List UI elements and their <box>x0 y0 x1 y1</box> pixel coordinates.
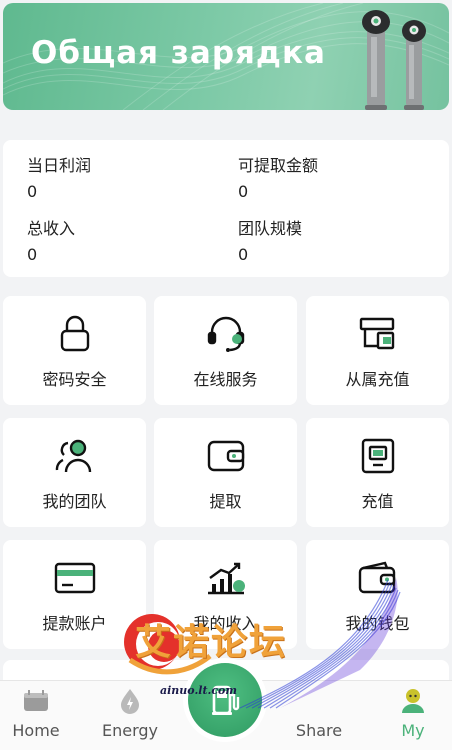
tile-label: 提款账户 <box>42 614 107 633</box>
stat-value: 0 <box>27 182 38 201</box>
tile-my-team[interactable]: 我的团队 <box>3 418 146 527</box>
banner[interactable]: Общая зарядка <box>3 3 449 110</box>
income-chart-icon <box>204 558 248 598</box>
sub-recharge-icon <box>356 314 400 354</box>
tile-label: 我的钱包 <box>345 614 410 633</box>
tile-my-wallet[interactable]: 我的钱包 <box>306 540 449 649</box>
nav-label: Energy <box>101 721 158 740</box>
nav-share[interactable]: Share <box>274 681 364 750</box>
watermark-url: ainuo.lt.com <box>160 684 238 697</box>
stat-label: 总收入 <box>27 219 76 238</box>
stat-value: 0 <box>238 182 249 201</box>
earnings-stats-card: 当日利润 0 可提取金额 0 总收入 0 团队规模 0 <box>3 140 449 277</box>
home-icon <box>21 687 51 715</box>
stat-today-profit: 当日利润 0 <box>27 156 91 202</box>
tile-label: 在线服务 <box>193 370 258 389</box>
nav-label: Home <box>12 721 60 740</box>
tile-label: 我的团队 <box>42 492 107 511</box>
stat-withdrawable: 可提取金额 0 <box>238 156 318 202</box>
card-icon <box>53 558 97 598</box>
tile-label: 从属充值 <box>345 370 410 389</box>
nav-label: My <box>401 721 425 740</box>
tile-label: 密码安全 <box>42 370 107 389</box>
recharge-icon <box>356 436 400 476</box>
tile-sub-recharge[interactable]: 从属充值 <box>306 296 449 405</box>
headset-icon <box>204 314 248 354</box>
nav-my[interactable]: My <box>368 681 452 750</box>
stat-value: 0 <box>27 245 38 264</box>
tile-online-service[interactable]: 在线服务 <box>154 296 297 405</box>
stat-team-size: 团队规模 0 <box>238 219 302 265</box>
tile-label: 提取 <box>209 492 242 511</box>
ev-charger-icon <box>362 10 390 110</box>
ev-charger-icon <box>402 20 426 110</box>
tile-password-security[interactable]: 密码安全 <box>3 296 146 405</box>
tile-recharge[interactable]: 充值 <box>306 418 449 527</box>
my-icon <box>398 687 428 715</box>
team-icon <box>53 436 97 476</box>
stat-label: 可提取金额 <box>238 156 319 175</box>
stat-total-income: 总收入 0 <box>27 219 75 265</box>
nav-label: Share <box>295 721 343 740</box>
stat-label: 当日利润 <box>27 156 92 175</box>
wallet-icon <box>204 436 248 476</box>
tile-withdrawal-account[interactable]: 提款账户 <box>3 540 146 649</box>
energy-icon <box>115 687 145 715</box>
purse-icon <box>356 558 400 598</box>
tile-withdraw[interactable]: 提取 <box>154 418 297 527</box>
stat-label: 团队规模 <box>238 219 303 238</box>
nav-home[interactable]: Home <box>0 681 81 750</box>
stat-value: 0 <box>238 245 249 264</box>
banner-title: Общая зарядка <box>31 35 326 71</box>
tile-label: 充值 <box>361 492 394 511</box>
lock-icon <box>53 314 97 354</box>
share-icon <box>304 687 334 715</box>
watermark-text: 艾诺论坛 <box>135 622 288 663</box>
charging-center-button[interactable] <box>183 658 267 742</box>
